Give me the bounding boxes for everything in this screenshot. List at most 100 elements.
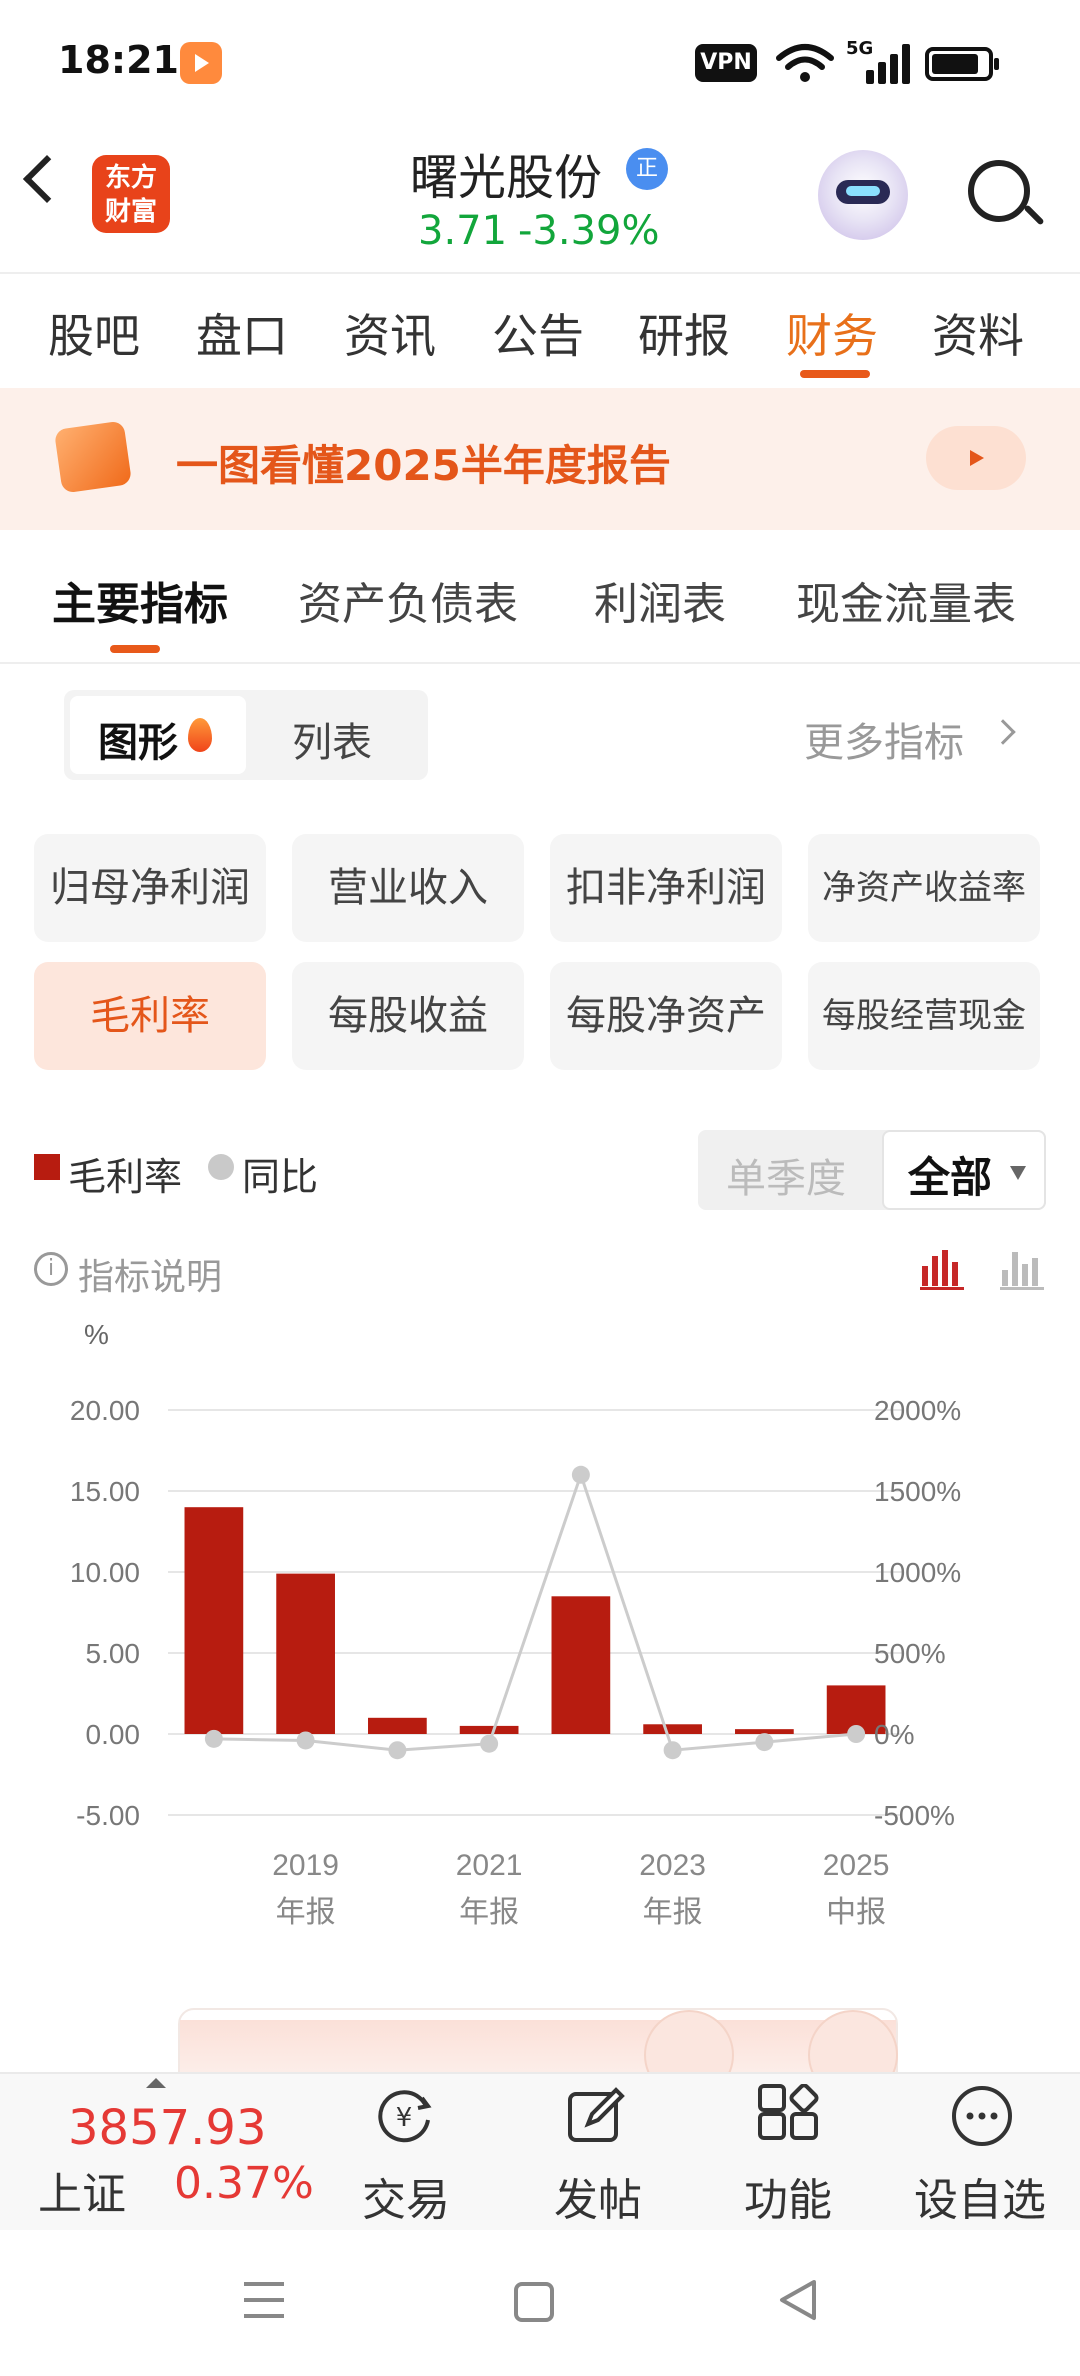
- x-tick-kind: 年报: [459, 1895, 519, 1930]
- chevron-right-icon: [990, 719, 1016, 745]
- y2-tick-label: -500%: [874, 1800, 955, 1831]
- nav-trade[interactable]: 交易: [362, 2164, 450, 2228]
- menu-icon[interactable]: [240, 2276, 288, 2324]
- y-tick-label: 0.00: [86, 1719, 141, 1750]
- subtab-key-metrics[interactable]: 主要指标: [52, 568, 228, 632]
- yoy-point: [663, 1741, 682, 1760]
- bar: [459, 1725, 519, 1734]
- stock-change: -3.39%: [518, 208, 660, 254]
- metric-net-profit[interactable]: 归母净利润: [34, 834, 266, 942]
- tab-news[interactable]: 资讯: [344, 300, 436, 366]
- search-icon[interactable]: [968, 160, 1030, 222]
- stock-price: 3.71: [418, 208, 508, 254]
- period-all-label: 全部: [908, 1153, 993, 1202]
- stock-name: 曙光股份: [410, 150, 603, 206]
- metric-explanation-link[interactable]: 指标说明: [78, 1248, 222, 1300]
- yoy-point: [571, 1465, 590, 1484]
- bar: [184, 1507, 244, 1734]
- bar: [276, 1573, 335, 1734]
- y-tick-label: 5.00: [86, 1638, 141, 1669]
- index-value[interactable]: 3857.93: [68, 2100, 267, 2156]
- metric-gross-margin[interactable]: 毛利率: [34, 962, 266, 1070]
- y-axis-unit: %: [84, 1319, 109, 1350]
- yoy-point: [204, 1729, 223, 1748]
- banner-text: 一图看懂2025半年度报告: [176, 441, 671, 490]
- home-icon[interactable]: [510, 2278, 558, 2326]
- app-logo: 东方 财富: [92, 155, 170, 233]
- yoy-point: [755, 1733, 774, 1752]
- y-tick-label: 20.00: [70, 1395, 140, 1426]
- y2-tick-label: 1500%: [874, 1476, 961, 1507]
- metric-eps[interactable]: 每股收益: [292, 962, 524, 1070]
- functions-icon[interactable]: [756, 2084, 820, 2148]
- metric-roe[interactable]: 净资产收益率: [808, 834, 1040, 942]
- x-tick-kind: 年报: [276, 1895, 336, 1930]
- ai-assistant-avatar[interactable]: [818, 150, 908, 240]
- x-tick-year: 2021: [456, 1849, 523, 1882]
- battery-icon: [925, 47, 999, 81]
- metric-deducted-profit[interactable]: 扣非净利润: [550, 834, 782, 942]
- caret-down-icon: [1010, 1166, 1026, 1180]
- y-tick-label: -5.00: [76, 1800, 140, 1831]
- gross-margin-chart: % 20.00 15.00 10.00 5.00 0.00 -5.00 2000% 1500%…: [70, 1319, 961, 1930]
- subtab-balance-sheet[interactable]: 资产负债表: [298, 568, 518, 632]
- divider: [0, 662, 1080, 664]
- yoy-point: [480, 1734, 499, 1753]
- nav-post[interactable]: 发帖: [554, 2164, 642, 2228]
- search-icon-handle: [1023, 204, 1045, 226]
- y-tick-label: 10.00: [70, 1557, 140, 1588]
- y2-tick-label: 500%: [874, 1638, 946, 1669]
- period-single-quarter[interactable]: 单季度: [726, 1146, 846, 1204]
- tab-pankou[interactable]: 盘口: [196, 300, 288, 366]
- x-tick-year: 2025: [823, 1849, 890, 1882]
- back-nav-icon[interactable]: [774, 2276, 822, 2324]
- chart-trend-icon: [53, 420, 133, 494]
- more-metrics-link[interactable]: 更多指标: [804, 710, 964, 768]
- yoy-point: [388, 1741, 407, 1760]
- status-time: 18:21: [58, 38, 179, 82]
- subtab-cash-flow[interactable]: 现金流量表: [796, 568, 1016, 632]
- y2-tick-label: 2000%: [874, 1395, 961, 1426]
- legend-bar-label: 毛利率: [68, 1155, 183, 1199]
- tab-finance[interactable]: 财务: [786, 300, 878, 366]
- fire-icon: [188, 718, 212, 752]
- divider: [0, 272, 1080, 274]
- subtab-active-indicator: [110, 645, 160, 653]
- metric-bvps[interactable]: 每股净资产: [550, 962, 782, 1070]
- play-button[interactable]: [926, 426, 1026, 490]
- toggle-list-button[interactable]: 列表: [292, 710, 372, 768]
- nav-add-watchlist[interactable]: 设自选: [914, 2164, 1046, 2228]
- tab-profile[interactable]: 资料: [932, 300, 1024, 366]
- vpn-icon: VPN: [695, 44, 757, 82]
- y2-tick-label: 1000%: [874, 1557, 961, 1588]
- yoy-point: [847, 1725, 866, 1743]
- metric-ocf-per-share[interactable]: 每股经营现金: [808, 962, 1040, 1070]
- more-dots-icon[interactable]: [950, 2084, 1014, 2148]
- post-icon[interactable]: [564, 2084, 628, 2148]
- badge-icon: 正: [626, 148, 668, 190]
- tab-announcements[interactable]: 公告: [492, 300, 584, 366]
- trade-icon[interactable]: ¥: [372, 2084, 436, 2148]
- y-tick-label: 15.00: [70, 1476, 140, 1507]
- info-icon[interactable]: i: [34, 1252, 68, 1286]
- bar: [368, 1717, 427, 1734]
- x-tick-kind: 中报: [826, 1895, 886, 1930]
- tab-active-indicator: [800, 370, 870, 378]
- signal-icon: [846, 44, 910, 84]
- x-tick-year: 2019: [272, 1849, 339, 1882]
- metric-revenue[interactable]: 营业收入: [292, 834, 524, 942]
- caret-up-icon: [146, 2078, 166, 2088]
- x-tick-year: 2023: [639, 1849, 706, 1882]
- tab-guba[interactable]: 股吧: [48, 300, 140, 366]
- toggle-chart-label: 图形: [98, 720, 178, 766]
- tab-research[interactable]: 研报: [638, 300, 730, 366]
- bar: [643, 1724, 702, 1734]
- video-app-icon: [180, 42, 222, 84]
- back-icon[interactable]: [22, 154, 72, 204]
- yoy-point: [296, 1731, 315, 1750]
- y2-tick-label: 0%: [874, 1719, 914, 1750]
- bar-chart-icon[interactable]: [920, 1250, 964, 1290]
- subtab-income-statement[interactable]: 利润表: [594, 568, 726, 632]
- column-chart-icon[interactable]: [1000, 1250, 1044, 1290]
- nav-functions[interactable]: 功能: [744, 2164, 832, 2228]
